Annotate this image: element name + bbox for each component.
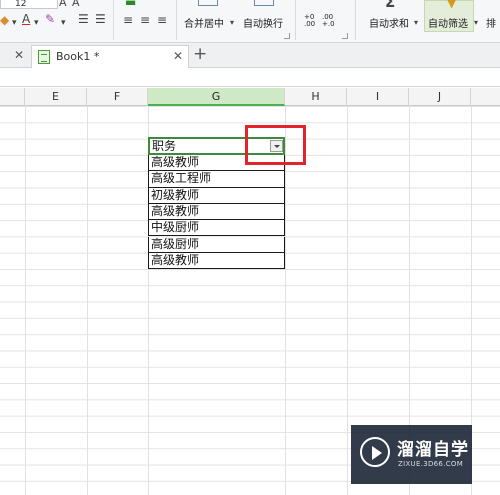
formula-bar-area bbox=[0, 69, 500, 87]
filter-icon[interactable]: ▼ bbox=[447, 0, 456, 9]
column-header-g[interactable]: G bbox=[148, 88, 285, 106]
tab-label: Book1 * bbox=[56, 50, 100, 63]
autofilter-button[interactable]: 自动筛选 bbox=[428, 15, 468, 30]
align-top-icon[interactable]: ▬ bbox=[125, 0, 136, 8]
table-row[interactable]: 初级教师 bbox=[148, 187, 285, 204]
dropdown-arrow-icon[interactable]: ▾ bbox=[230, 17, 234, 29]
clear-format-icon[interactable]: ✎ bbox=[45, 13, 55, 25]
decimal-decrease-button[interactable]: .00 +.0 bbox=[322, 14, 335, 28]
column-header-i[interactable]: I bbox=[347, 88, 409, 106]
sort-button[interactable]: 排 bbox=[486, 15, 496, 30]
dropdown-arrow-icon[interactable]: ▾ bbox=[61, 17, 66, 29]
font-size-box[interactable]: 12 bbox=[0, 0, 58, 9]
column-header-partial[interactable] bbox=[471, 88, 500, 106]
new-tab-icon[interactable]: + bbox=[193, 46, 207, 63]
align-left-icon[interactable]: ≡ bbox=[123, 14, 133, 26]
table-row[interactable]: 中级厨师 bbox=[148, 220, 285, 237]
ribbon-separator bbox=[176, 0, 177, 40]
dropdown-arrow-icon[interactable]: ▾ bbox=[34, 17, 39, 29]
dropdown-arrow-icon[interactable]: ▾ bbox=[12, 17, 17, 29]
align-right-icon[interactable]: ≡ bbox=[157, 14, 167, 26]
grid-line bbox=[347, 106, 348, 495]
ribbon-separator bbox=[113, 0, 114, 40]
column-header-row: E F G H I J bbox=[0, 88, 500, 106]
table-row[interactable]: 高级教师 bbox=[148, 203, 285, 221]
indent-decrease-icon[interactable]: ☰ bbox=[78, 13, 89, 25]
sigma-icon[interactable]: Σ bbox=[385, 0, 395, 10]
indent-increase-icon[interactable]: ☰ bbox=[95, 13, 106, 25]
table-row[interactable]: 高级工程师 bbox=[148, 171, 285, 188]
highlight-annotation-box bbox=[245, 125, 306, 165]
wrap-text-icon[interactable] bbox=[254, 0, 274, 6]
workbook-tab-bar: ✕ Book1 * ✕ + bbox=[0, 43, 500, 68]
ribbon-separator bbox=[295, 0, 296, 40]
table-row[interactable]: 高级教师 bbox=[148, 252, 285, 270]
ribbon-separator bbox=[355, 0, 356, 40]
spreadsheet-window: 12 A A ◆ ▾ A ▾ ✎ ▾ ☰ ☰ ▬ ≡ ≡ ≡ 合并居中 ▾ 自动… bbox=[0, 0, 500, 495]
dialog-launcher-icon[interactable] bbox=[284, 33, 290, 39]
merge-center-icon[interactable] bbox=[198, 0, 218, 6]
column-header-f[interactable]: F bbox=[87, 88, 148, 106]
watermark-badge: 溜溜自学 ZIXUE.3D66.COM bbox=[351, 425, 472, 484]
wrap-text-button[interactable]: 自动换行 bbox=[243, 15, 283, 30]
font-color-icon[interactable]: A bbox=[22, 13, 30, 25]
dialog-launcher-icon[interactable] bbox=[342, 33, 348, 39]
play-logo-icon bbox=[360, 437, 390, 467]
close-tab-icon[interactable]: ✕ bbox=[173, 50, 183, 62]
autosum-button[interactable]: 自动求和 bbox=[369, 15, 409, 30]
merge-center-button[interactable]: 合并居中 bbox=[184, 15, 224, 30]
align-center-icon[interactable]: ≡ bbox=[140, 14, 150, 26]
grid-line bbox=[87, 106, 88, 495]
watermark-subtitle: ZIXUE.3D66.COM bbox=[398, 460, 464, 468]
ribbon-toolbar: 12 A A ◆ ▾ A ▾ ✎ ▾ ☰ ☰ ▬ ≡ ≡ ≡ 合并居中 ▾ 自动… bbox=[0, 0, 500, 43]
table-row[interactable]: 高级厨师 bbox=[148, 236, 285, 253]
column-header-j[interactable]: J bbox=[409, 88, 471, 106]
grid-line bbox=[25, 106, 26, 495]
fill-color-icon[interactable]: ◆ bbox=[0, 14, 9, 26]
column-header-partial[interactable] bbox=[0, 88, 25, 106]
tab-book1[interactable]: Book1 * ✕ bbox=[31, 45, 189, 68]
spreadsheet-file-icon bbox=[38, 50, 50, 64]
dropdown-arrow-icon[interactable]: ▾ bbox=[414, 17, 418, 29]
watermark-title: 溜溜自学 bbox=[397, 440, 469, 460]
font-grow-icon[interactable]: A bbox=[59, 0, 67, 9]
dropdown-arrow-icon[interactable]: ▾ bbox=[474, 17, 478, 29]
font-shrink-icon[interactable]: A bbox=[72, 0, 80, 9]
close-icon[interactable]: ✕ bbox=[14, 49, 24, 61]
decimal-increase-button[interactable]: +0 .00 bbox=[304, 14, 315, 28]
column-header-e[interactable]: E bbox=[25, 88, 87, 106]
column-header-h[interactable]: H bbox=[285, 88, 347, 106]
